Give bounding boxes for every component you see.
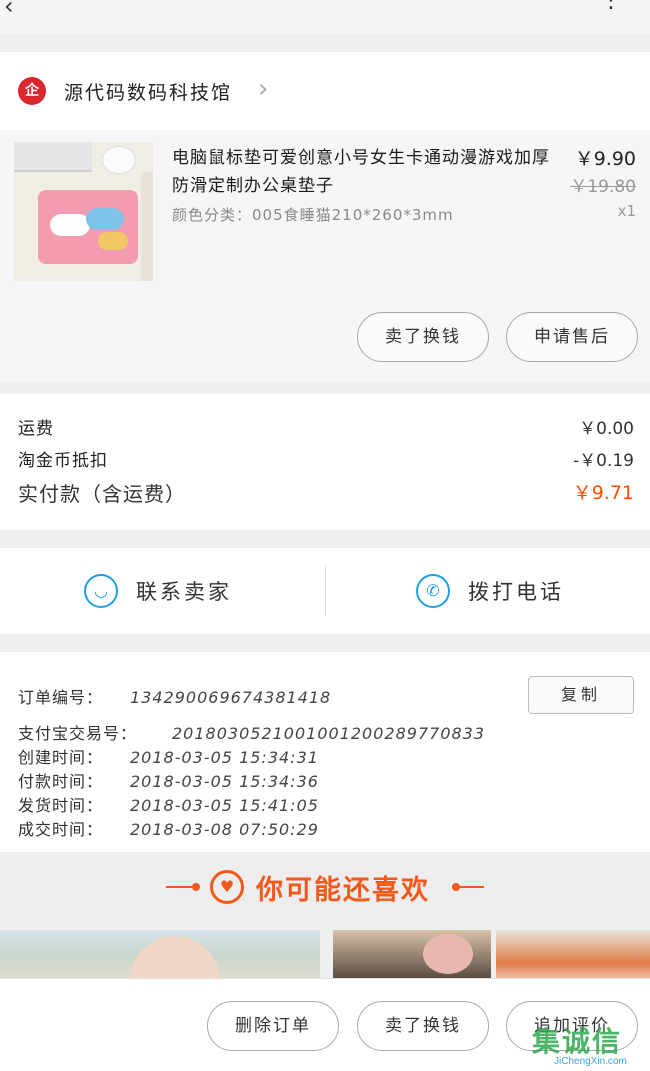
heart-icon: ♥ (210, 870, 244, 904)
info-key: 创建时间： (18, 748, 104, 767)
call-phone-label: 拨打电话 (468, 580, 564, 604)
order-info: 订单编号： 134290069674381418 复制 支付宝交易号： 201803… (0, 652, 650, 852)
divider (456, 886, 484, 888)
product-thumbnail[interactable] (14, 142, 153, 281)
fee-value: ￥0.00 (579, 419, 634, 439)
phone-icon: ✆ (416, 574, 450, 608)
back-arrow-icon[interactable]: ‹ (4, 0, 14, 20)
watermark-url: JiChengXin.com (554, 1056, 627, 1067)
product-title[interactable]: 电脑鼠标垫可爱创意小号女生卡通动漫游戏加厚防滑定制办公桌垫子 (172, 144, 552, 200)
top-nav-bar: ‹ ⋮ (0, 0, 650, 34)
info-key: 支付宝交易号： (18, 724, 138, 743)
completed-time-line: 成交时间： 2018-03-08 07:50:29 (18, 816, 319, 840)
info-key: 订单编号： (18, 688, 104, 707)
info-value: 2018-03-05 15:41:05 (130, 796, 319, 815)
bowl-shape (423, 934, 473, 974)
resell-button[interactable]: 卖了换钱 (357, 312, 489, 362)
alipay-number-line: 支付宝交易号： 2018030521001001200289770833 (18, 720, 485, 744)
cat-white-shape (50, 214, 90, 236)
watermark-logo: 集诚信 (532, 1025, 623, 1058)
watermark: 集诚信 JiChengXin.com (532, 1020, 650, 1071)
shipped-time-line: 发货时间： 2018-03-05 15:41:05 (18, 792, 319, 816)
copy-button[interactable]: 复制 (528, 676, 634, 714)
info-key: 成交时间： (18, 820, 104, 839)
divider (325, 566, 326, 616)
recommend-title: 你可能还喜欢 (256, 875, 430, 906)
info-value: 134290069674381418 (130, 688, 332, 707)
resell-button[interactable]: 卖了换钱 (357, 1001, 489, 1051)
info-key: 付款时间： (18, 772, 104, 791)
call-phone-button[interactable]: ✆ 拨打电话 (416, 572, 596, 612)
fee-value: -￥0.19 (573, 451, 634, 471)
info-value: 2018-03-05 15:34:31 (130, 748, 319, 767)
fee-label: 淘金币抵扣 (18, 451, 108, 471)
info-value: 2018-03-05 15:34:36 (130, 772, 319, 791)
product-quantity: x1 (617, 202, 636, 220)
info-value: 2018030521001001200289770833 (172, 724, 486, 743)
chat-face-icon: ◡ (84, 574, 118, 608)
paid-time-line: 付款时间： 2018-03-05 15:34:36 (18, 768, 319, 792)
shop-logo-icon: 企 (18, 77, 46, 105)
box-shape (141, 172, 153, 281)
contact-seller-label: 联系卖家 (136, 580, 232, 604)
cup-shape (102, 146, 136, 174)
chevron-right-icon: › (258, 74, 269, 104)
contact-bar: ◡ 联系卖家 ✆ 拨打电话 (0, 548, 650, 634)
dot (192, 883, 200, 891)
created-time-line: 创建时间： 2018-03-05 15:34:31 (18, 744, 319, 768)
product-item[interactable]: 电脑鼠标垫可爱创意小号女生卡通动漫游戏加厚防滑定制办公桌垫子 颜色分类：005食… (0, 130, 650, 382)
cat-orange-shape (98, 232, 128, 250)
shop-header[interactable]: 企 源代码数码科技馆 › (0, 52, 650, 130)
info-value: 2018-03-08 07:50:29 (130, 820, 319, 839)
fee-summary: 运费 ￥0.00 淘金币抵扣 -￥0.19 实付款（含运费） ￥9.71 (0, 394, 650, 530)
cat-blue-shape (86, 208, 124, 230)
total-value: ￥9.71 (572, 482, 634, 504)
recommend-header: ♥ 你可能还喜欢 (0, 856, 650, 920)
delete-order-button[interactable]: 删除订单 (207, 1001, 339, 1051)
product-sku: 颜色分类：005食睡猫210*260*3mm (172, 206, 454, 224)
info-key: 发货时间： (18, 796, 104, 815)
more-icon[interactable]: ⋮ (600, 0, 622, 13)
order-number-line: 订单编号： 134290069674381418 (18, 684, 331, 708)
total-label: 实付款（含运费） (18, 482, 186, 506)
shop-name[interactable]: 源代码数码科技馆 (64, 78, 232, 105)
product-price: ￥9.90 (574, 148, 636, 170)
after-sales-button[interactable]: 申请售后 (506, 312, 638, 362)
contact-seller-button[interactable]: ◡ 联系卖家 (84, 572, 264, 612)
divider (166, 886, 194, 888)
keyboard-shape (14, 142, 92, 172)
product-original-price: ￥19.80 (570, 177, 636, 197)
fee-label: 运费 (18, 419, 54, 439)
